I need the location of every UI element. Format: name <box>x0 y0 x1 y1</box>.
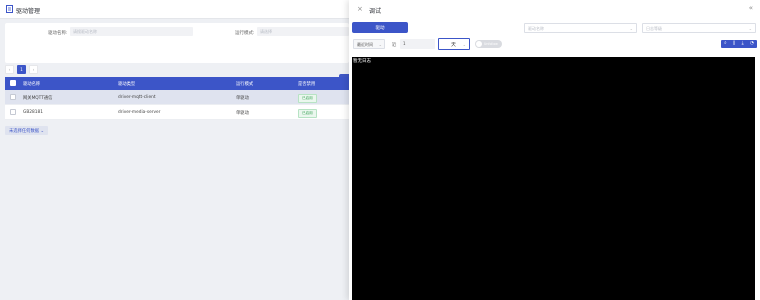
next-page-button[interactable]: › <box>29 65 38 74</box>
driver-name-label: 驱动名称: <box>48 31 68 36</box>
drawer-title: 调试 <box>369 8 382 15</box>
start-driver-button[interactable]: 驱动 <box>352 22 408 33</box>
table-row[interactable]: 网关MQTT通信 driver-mqtt-client 单驱动 已启用 <box>5 90 349 105</box>
status-badge: 已启用 <box>298 109 317 118</box>
status-badge: 已启用 <box>298 94 317 103</box>
time-range-select[interactable]: 最近时间 ⌄ <box>353 39 385 49</box>
search-icon[interactable]: ⌕ <box>724 40 727 48</box>
cell-driver-type: driver-mqtt-client <box>118 95 156 100</box>
chevron-down-icon: ⌄ <box>462 42 466 47</box>
log-level-placeholder: 日志等级 <box>646 26 662 31</box>
log-level-select[interactable]: 日志等级 ⌄ <box>642 23 756 33</box>
menu-book-icon <box>6 5 13 13</box>
cell-driver-type: driver-media-server <box>118 110 161 115</box>
header-disabled: 是否禁用 <box>298 82 316 87</box>
cell-driver-name: 网关MQTT通信 <box>23 96 53 101</box>
time-unit-value: 天 <box>451 42 457 48</box>
run-mode-label: 运行模式: <box>235 31 255 36</box>
filter-panel: 驱动名称: 请搜驱动名称 运行模式: 请选择 <box>5 23 349 63</box>
header-driver-name: 驱动名称 <box>23 82 41 87</box>
log-console[interactable]: 暂无日志 <box>352 57 755 300</box>
console-empty-text: 暂无日志 <box>353 59 371 64</box>
table-row[interactable]: GB28181 driver-media-server 单驱动 已启用 <box>5 105 349 120</box>
close-icon[interactable]: × <box>357 6 363 13</box>
clock-icon[interactable]: ◔ <box>750 40 754 48</box>
select-all-checkbox[interactable] <box>10 80 16 86</box>
table-header: 驱动名称 驱动类型 运行模式 是否禁用 <box>5 77 349 90</box>
prev-page-button[interactable]: ‹ <box>5 65 14 74</box>
collapse-icon[interactable]: « <box>749 5 753 12</box>
cell-run-mode: 单驱动 <box>236 111 249 116</box>
debug-drawer: × 调试 « 驱动 驱动名称 ⌄ 日志等级 ⌄ 最近时间 ⌄ 近 1 天 ⌄ U… <box>349 0 760 300</box>
cell-run-mode: 单驱动 <box>236 96 249 101</box>
row-checkbox[interactable] <box>10 109 16 115</box>
cell-driver-name: GB28181 <box>23 110 43 115</box>
time-amount-input[interactable]: 1 <box>400 39 435 49</box>
run-mode-select[interactable]: 请选择 <box>257 27 349 36</box>
time-range-value: 最近时间 <box>357 42 373 47</box>
bulk-action-dropdown[interactable]: 未选择任何数据 ⌄ <box>5 126 49 135</box>
header-run-mode: 运行模式 <box>236 82 254 87</box>
row-checkbox[interactable] <box>10 94 16 100</box>
page-title: 驱动管理 <box>16 8 41 15</box>
driver-name-input[interactable]: 请搜驱动名称 <box>70 27 193 36</box>
chevron-down-icon: ⌄ <box>629 26 633 31</box>
download-icon[interactable]: ⤓ <box>742 40 744 48</box>
pause-icon[interactable]: ∥ <box>733 40 735 48</box>
driver-select[interactable]: 驱动名称 ⌄ <box>524 23 637 33</box>
page-button-1[interactable]: 1 <box>17 65 26 74</box>
chevron-down-icon: ⌄ <box>378 42 382 47</box>
toggle-label: Unfollow <box>484 42 498 46</box>
pagination: ‹ 1 › <box>5 63 38 76</box>
toggle-knob <box>476 41 482 47</box>
log-controls: 最近时间 ⌄ 近 1 天 ⌄ Unfollow ⌕ ∥ ⤓ ◔ <box>349 38 760 50</box>
header-driver-type: 驱动类型 <box>118 82 136 87</box>
chevron-down-icon: ⌄ <box>748 26 752 31</box>
near-label: 近 <box>392 43 397 48</box>
follow-toggle[interactable]: Unfollow <box>475 40 502 48</box>
driver-table: 驱动名称 驱动类型 运行模式 是否禁用 网关MQTT通信 driver-mqtt… <box>5 77 349 120</box>
log-action-buttons: ⌕ ∥ ⤓ ◔ <box>721 40 757 48</box>
driver-select-placeholder: 驱动名称 <box>528 26 544 31</box>
bulk-action-label: 未选择任何数据 <box>9 129 40 134</box>
chevron-down-icon: ⌄ <box>40 129 45 134</box>
time-unit-select[interactable]: 天 ⌄ <box>438 38 470 50</box>
